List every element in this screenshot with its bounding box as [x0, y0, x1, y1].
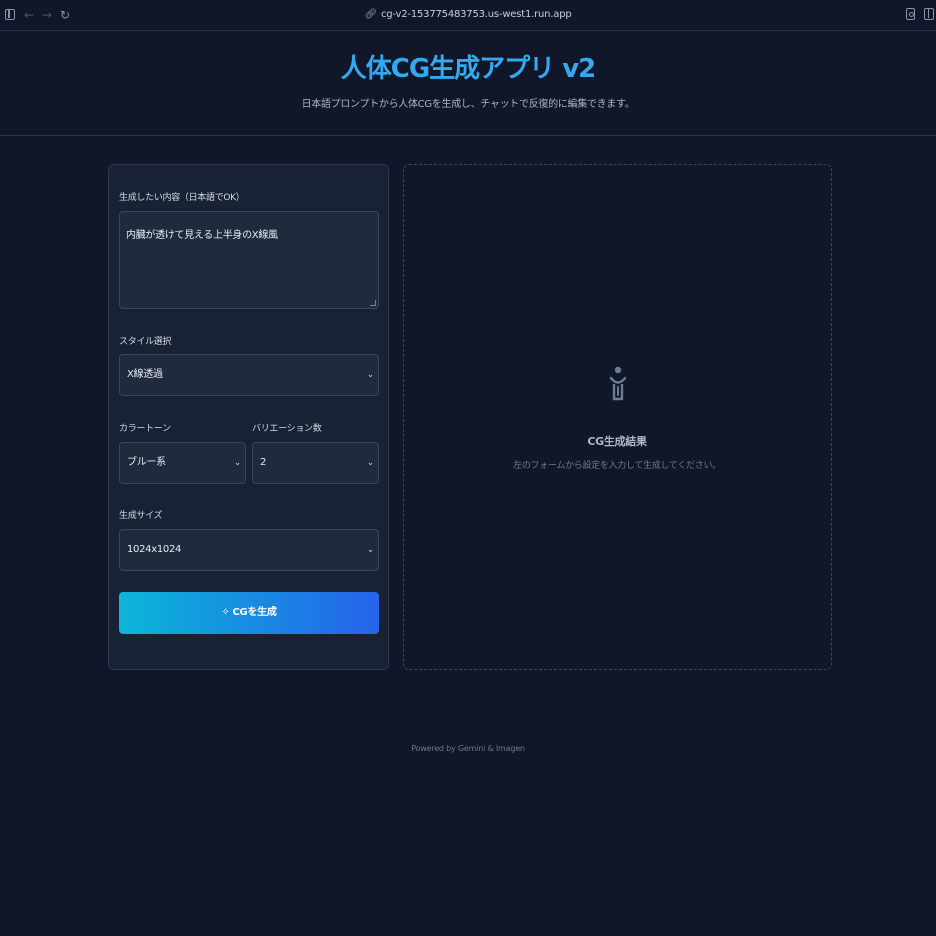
result-title: CG生成結果 [587, 435, 647, 448]
chevron-down-icon: ⌄ [366, 370, 375, 380]
browser-toolbar: ← → ↻ 🔗︎ cg-v2-153775483753.us-west1.run.… [0, 0, 936, 31]
style-value: X線透過 [127, 369, 163, 380]
generate-cg-button[interactable]: ✧ CGを生成 [119, 592, 379, 634]
prompt-value: 内臓が透けて見える上半身のX線風 [126, 230, 278, 241]
page-title: 人体CG生成アプリ v2 [340, 54, 597, 84]
chevron-down-icon: ⌄ [366, 458, 375, 468]
color-tone-label: カラートーン [119, 424, 171, 434]
color-tone-select[interactable]: ブルー系 ⌄ [119, 442, 246, 484]
link-icon: 🔗︎ [364, 9, 377, 20]
result-panel: CG生成結果 左のフォームから設定を入力して生成してください。 [403, 164, 832, 670]
variation-label: バリエーション数 [252, 424, 322, 434]
resize-handle-icon[interactable] [370, 300, 376, 306]
chevron-down-icon: ⌄ [366, 545, 375, 555]
chevron-down-icon: ⌄ [233, 458, 242, 468]
size-label: 生成サイズ [119, 511, 163, 521]
split-view-icon[interactable] [924, 8, 934, 20]
person-icon [609, 366, 627, 401]
extension-icon[interactable] [906, 8, 915, 20]
variation-select[interactable]: 2 ⌄ [252, 442, 379, 484]
page-subtitle: 日本語プロンプトから人体CGを生成し、チャットで反復的に編集できます。 [301, 99, 635, 110]
address-bar[interactable]: 🔗︎ cg-v2-153775483753.us-west1.run.app [0, 9, 936, 20]
url-text: cg-v2-153775483753.us-west1.run.app [380, 9, 572, 20]
size-value: 1024x1024 [127, 544, 182, 555]
color-tone-value: ブルー系 [127, 457, 166, 468]
generate-button-label: CGを生成 [232, 607, 277, 618]
size-select[interactable]: 1024x1024 ⌄ [119, 529, 379, 571]
footer-credit: Powered by Gemini & Imagen [411, 744, 525, 753]
style-label: スタイル選択 [119, 337, 172, 347]
style-select[interactable]: X線透過 ⌄ [119, 354, 379, 396]
result-description: 左のフォームから設定を入力して生成してください。 [513, 461, 721, 471]
prompt-textarea[interactable]: 内臓が透けて見える上半身のX線風 [119, 211, 379, 309]
prompt-label: 生成したい内容（日本語でOK） [119, 193, 245, 203]
page-header: 人体CG生成アプリ v2 日本語プロンプトから人体CGを生成し、チャットで反復的… [0, 31, 936, 136]
variation-value: 2 [260, 457, 267, 468]
generation-form: 生成したい内容（日本語でOK） 内臓が透けて見える上半身のX線風 スタイル選択 … [108, 164, 389, 670]
sparkle-icon: ✧ [221, 607, 230, 618]
